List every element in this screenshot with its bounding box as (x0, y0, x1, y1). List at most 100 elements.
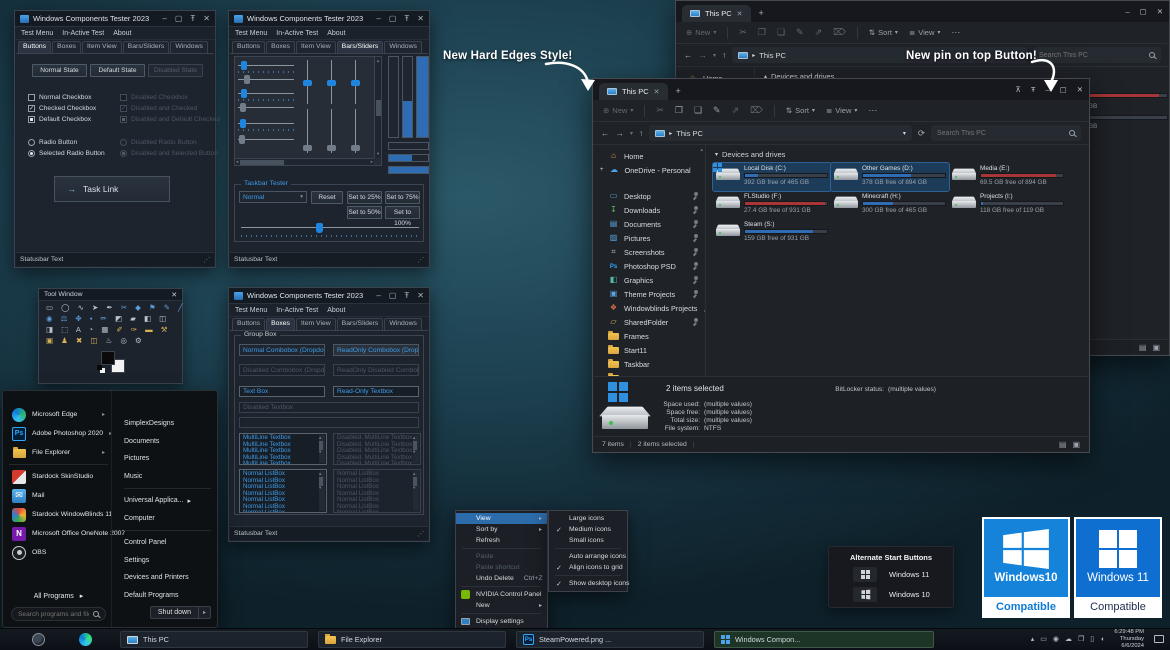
rollup-button[interactable]: Ŧ (190, 14, 195, 23)
start-right-settings[interactable]: Settings (124, 552, 211, 570)
scrollbar[interactable]: ▴▾ (319, 471, 325, 511)
tab-buttons[interactable]: Buttons (18, 41, 51, 53)
sidebar-item-taskbar[interactable]: Taskbar (594, 357, 705, 371)
h-slider[interactable] (238, 135, 294, 144)
set-25-button[interactable]: Set to 25% (347, 191, 382, 204)
sidebar-item-windowblinds-projects[interactable]: Windowblinds Projects (594, 301, 705, 315)
multiline-textbox[interactable]: MultiLine TextboxMultiLine TextboxMultiL… (239, 433, 327, 465)
tool-row[interactable]: ◨ ⬚ A ◔ ▦ ✐ ✑ ▬ ⚒ (39, 323, 182, 334)
h-slider[interactable] (238, 119, 294, 128)
start-item-file-explorer[interactable]: File Explorer▸ (9, 443, 108, 462)
resize-grip-icon[interactable]: ⋰ (417, 530, 424, 538)
tool-row[interactable]: ◉ ⚖ ✥ ▪ ✏ ◩ ▰ ◧ ◫ (39, 312, 182, 323)
maximize-button[interactable]: ▢ (389, 14, 397, 23)
start-item-edge[interactable]: Microsoft Edge▸ (9, 405, 108, 424)
minimize-button[interactable]: – (162, 14, 166, 23)
tab-bars-sliders[interactable]: Bars/Sliders (337, 318, 384, 330)
paste-icon[interactable]: ❏ (777, 27, 785, 38)
h-slider[interactable] (238, 61, 294, 70)
v-slider[interactable] (327, 60, 336, 104)
components-tester-sliders-window[interactable]: Windows Components Tester 2023 – ▢ Ŧ ✕ T… (228, 10, 430, 268)
v-slider[interactable] (351, 60, 360, 104)
sidebar-item-documents[interactable]: Documents (594, 217, 705, 231)
start-item-mail[interactable]: Mail (9, 486, 108, 505)
close-button[interactable]: ✕ (171, 291, 177, 299)
menu-about[interactable]: About (113, 30, 131, 37)
rename-icon[interactable]: ✎ (713, 105, 721, 116)
set-75-button[interactable]: Set to 75% (385, 191, 420, 204)
menu-about[interactable]: About (327, 30, 345, 37)
textbox[interactable]: Text Box (239, 386, 325, 397)
new-tab-button[interactable]: + (676, 86, 681, 96)
menu-test[interactable]: Test Menu (235, 30, 267, 37)
start-item-photoshop[interactable]: Adobe Photoshop 2020▸ (9, 424, 108, 443)
back-button[interactable]: ← (684, 50, 693, 60)
sidebar-item-screenshots[interactable]: Screenshots (594, 245, 705, 259)
start-search-box[interactable] (11, 607, 106, 621)
tiles-view-icon[interactable]: ▤ (1139, 343, 1147, 352)
tab-this-pc[interactable]: This PC ✕ (599, 83, 668, 100)
v-slider[interactable] (303, 109, 312, 153)
start-right-documents[interactable]: Documents (124, 433, 211, 451)
rename-icon[interactable]: ✎ (796, 27, 804, 38)
sidebar-item-graphics[interactable]: Graphics (594, 273, 705, 287)
more-button[interactable]: ⋯ (951, 27, 960, 38)
start-right-computer[interactable]: Computer (124, 510, 211, 528)
search-input[interactable] (937, 130, 1065, 137)
taskbar-button-file-explorer[interactable]: File Explorer (318, 631, 506, 648)
drive-other-games-d[interactable]: Other Games (D:)378 GB free of 894 GB (831, 163, 949, 191)
radio-selected[interactable]: Selected Radio Button (28, 150, 105, 157)
delete-icon[interactable]: ⌦ (750, 105, 763, 116)
checkbox-default[interactable]: Default Checkbox (28, 116, 91, 123)
tray-icon[interactable]: ▭ (1040, 635, 1047, 643)
up-button[interactable]: ↑ (639, 128, 643, 138)
start-right-devices-printers[interactable]: Devices and Printers (124, 569, 211, 587)
tray-icon[interactable]: ◉ (1053, 635, 1059, 643)
menu-item-display-settings[interactable]: Display settings (456, 616, 547, 627)
drive-local-disk-c[interactable]: Local Disk (C:)392 GB free of 465 GB (713, 163, 831, 191)
sidebar-item-pictures[interactable]: Pictures (594, 231, 705, 245)
tool-window[interactable]: Tool Window ✕ ▭ ◯ ∿ ➤ ✒ ✂ ◆ ⚑ ✎ ╱ ◉ ⚖ ✥ … (38, 288, 183, 384)
checkbox-normal[interactable]: Normal Checkbox (28, 94, 91, 101)
minimize-button[interactable]: – (376, 14, 380, 23)
shutdown-button[interactable]: Shut down (150, 606, 199, 619)
volume-tray-icon[interactable]: ◖ (1100, 636, 1104, 643)
tiles-view-icon[interactable]: ▤ (1059, 440, 1067, 449)
menu-test[interactable]: Test Menu (235, 307, 267, 314)
tab-item-view[interactable]: Item View (296, 318, 336, 330)
up-button[interactable]: ↑ (722, 50, 726, 60)
start-item-onenote[interactable]: Microsoft Office OneNote 2007 (9, 524, 108, 543)
history-caret-icon[interactable]: ▾ (630, 130, 633, 137)
tab-item-view[interactable]: Item View (82, 41, 122, 53)
menu-item-new[interactable]: New▸ (456, 600, 547, 611)
sidebar-item-photoshop-psd[interactable]: Photoshop PSD (594, 259, 705, 273)
more-button[interactable]: ⋯ (868, 105, 877, 116)
sort-button[interactable]: ⇅Sort▾ (869, 28, 898, 37)
tab-buttons[interactable]: Buttons (232, 41, 265, 53)
h-slider[interactable] (238, 103, 294, 112)
minimize-button[interactable]: – (376, 291, 380, 300)
radio-normal[interactable]: Radio Button (28, 139, 77, 146)
start-right-control-panel[interactable]: Control Panel (124, 534, 211, 552)
delete-icon[interactable]: ⌦ (833, 27, 846, 38)
start-right-pictures[interactable]: Pictures (124, 450, 211, 468)
start-right-music[interactable]: Music (124, 468, 211, 486)
menu-item-sort-by[interactable]: Sort by▸ (456, 524, 547, 535)
breadcrumb[interactable]: ▸ This PC ▾ (649, 125, 912, 141)
view-button[interactable]: ≣View▾ (909, 28, 940, 37)
start-right-simplexdesigns[interactable]: SimplexDesigns (124, 415, 211, 433)
sidebar-item-onedrive[interactable]: +OneDrive - Personal (594, 163, 705, 177)
tab-boxes[interactable]: Boxes (266, 318, 295, 330)
all-programs-button[interactable]: All Programs▸ (9, 588, 108, 604)
copy-icon[interactable]: ❐ (758, 27, 766, 38)
default-state-button[interactable]: Default State (90, 64, 145, 77)
tab-this-pc[interactable]: This PC ✕ (682, 5, 751, 22)
minimize-button[interactable]: – (1125, 7, 1129, 16)
menu-item-refresh[interactable]: Refresh (456, 535, 547, 546)
tray-icon[interactable]: ▯ (1090, 635, 1094, 643)
h-slider[interactable] (238, 75, 294, 84)
new-button[interactable]: ⊕New▾ (603, 106, 633, 115)
onedrive-tray-icon[interactable]: ☁ (1065, 635, 1072, 643)
normal-state-button[interactable]: Normal State (32, 64, 87, 77)
refresh-button[interactable]: ⟳ (918, 128, 925, 139)
